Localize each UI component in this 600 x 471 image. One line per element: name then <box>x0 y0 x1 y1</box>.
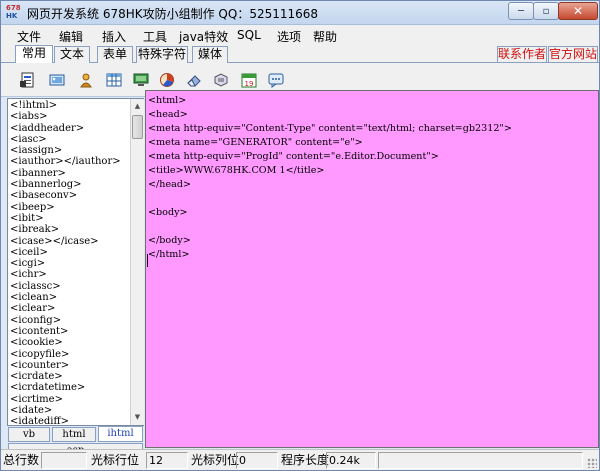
code-line: </head> <box>148 179 192 190</box>
calendar-day-label: 19 <box>245 80 254 88</box>
tab-special-chars[interactable]: 特殊字符 <box>136 46 188 63</box>
status-empty-panel <box>378 452 583 469</box>
chat-icon[interactable] <box>267 71 285 89</box>
close-icon: ✕ <box>572 4 584 18</box>
tag-list-item[interactable]: <idate> <box>10 405 130 416</box>
tag-list-item[interactable]: <!ihtml> <box>10 100 130 111</box>
tag-list-item[interactable]: <ibaseconv> <box>10 190 130 201</box>
menu-help[interactable]: 帮助 <box>313 28 337 45</box>
tag-list-item[interactable]: <iabs> <box>10 111 130 122</box>
scroll-up-arrow-icon[interactable]: ▲ <box>131 99 144 113</box>
tag-list-item[interactable]: <iceil> <box>10 247 130 258</box>
category-tabs: 常用 文本 表单 特殊字符 媒体 联系作者 官方网站 <box>1 45 599 63</box>
tag-list-item[interactable]: <icrtime> <box>10 394 130 405</box>
resize-grip-icon[interactable] <box>587 458 597 468</box>
cursor-col-label: 光标列位 <box>191 453 240 467</box>
code-line: <title>WWW.678HK.COM 1</title> <box>148 165 325 176</box>
app-logo-icon: 678 HK <box>6 4 21 20</box>
code-line: <meta name="GENERATOR" content="e"> <box>148 137 363 148</box>
tag-list-item[interactable]: <ibanner> <box>10 168 130 179</box>
document-icon[interactable] <box>19 71 37 89</box>
tag-list-item[interactable]: <iclassc> <box>10 281 130 292</box>
menu-edit[interactable]: 编辑 <box>59 28 83 45</box>
code-editor[interactable]: <html> <head> <meta http-equiv="Content-Ty… <box>145 90 599 448</box>
tag-list-item[interactable]: <iasc> <box>10 134 130 145</box>
maximize-icon: ▫ <box>542 5 550 17</box>
tag-list-item[interactable]: <iauthor></iauthor> <box>10 156 130 167</box>
cursor-col-value: 0 <box>236 452 278 469</box>
cursor-line-value: 12 <box>146 452 188 469</box>
tag-list-item[interactable]: <idatediff> <box>10 416 130 425</box>
tag-list-scrollbar[interactable]: ▲ ▼ <box>130 99 144 425</box>
tag-list-item[interactable]: <icase></icase> <box>10 236 130 247</box>
tab-html[interactable]: html <box>52 427 96 442</box>
tag-list-item[interactable]: <iconfig> <box>10 315 130 326</box>
status-bar: 总行数 光标行位 12 光标列位 0 程序长度 0.24k <box>1 449 599 470</box>
tag-list-item[interactable]: <ibit> <box>10 213 130 224</box>
image-icon[interactable] <box>48 71 66 89</box>
cursor-line-label: 光标行位 <box>91 453 140 467</box>
code-line: <body> <box>148 207 188 218</box>
tag-list-item[interactable]: <iclean> <box>10 292 130 303</box>
tab-text[interactable]: 文本 <box>54 46 90 63</box>
menu-file[interactable]: 文件 <box>17 28 41 45</box>
program-length-value: 0.24k <box>326 452 376 469</box>
tag-list-item[interactable]: <ibreak> <box>10 224 130 235</box>
code-line: </html> <box>148 249 190 260</box>
tab-common[interactable]: 常用 <box>15 45 53 63</box>
tab-media[interactable]: 媒体 <box>192 46 228 63</box>
tab-form[interactable]: 表单 <box>97 46 133 63</box>
tag-list[interactable]: <!ihtml> <iabs> <iaddheader> <iasc> <iassign… <box>10 100 130 425</box>
menu-tools[interactable]: 工具 <box>143 28 167 45</box>
person-icon[interactable] <box>77 71 95 89</box>
close-button[interactable]: ✕ <box>558 2 598 20</box>
tag-list-item[interactable]: <iaddheader> <box>10 123 130 134</box>
tab-vb[interactable]: vb <box>8 427 50 442</box>
tag-list-item[interactable]: <icopyfile> <box>10 349 130 360</box>
tag-list-item[interactable]: <ibannerlog> <box>10 179 130 190</box>
tag-list-item[interactable]: <icrdatetime> <box>10 382 130 393</box>
code-line: <meta http-equiv="ProgId" content="e.Edi… <box>148 151 439 162</box>
menu-java-effects[interactable]: java特效 <box>179 28 228 45</box>
tag-list-panel: <!ihtml> <iabs> <iaddheader> <iasc> <iassign… <box>7 98 144 426</box>
tag-icon[interactable] <box>212 71 230 89</box>
monitor-icon[interactable] <box>132 71 150 89</box>
code-line: <html> <box>148 95 187 106</box>
minimize-button[interactable]: ─ <box>508 2 534 20</box>
total-lines-value <box>41 452 87 469</box>
contact-author-link[interactable]: 联系作者 <box>497 46 547 63</box>
menu-options[interactable]: 选项 <box>277 28 301 45</box>
program-length-label: 程序长度 <box>281 453 330 467</box>
tag-list-item[interactable]: <icgi> <box>10 258 130 269</box>
tag-list-item[interactable]: <icounter> <box>10 360 130 371</box>
table-icon[interactable] <box>105 71 123 89</box>
official-website-link[interactable]: 官方网站 <box>548 46 598 63</box>
tag-list-item[interactable]: <icrdate> <box>10 371 130 382</box>
code-line: <head> <box>148 109 188 120</box>
tag-list-item[interactable]: <ichr> <box>10 269 130 280</box>
tag-list-item[interactable]: <icookie> <box>10 337 130 348</box>
window-title: 网页开发系统 678HK攻防小组制作 QQ：525111668 <box>27 7 319 21</box>
code-line: </body> <box>148 235 191 246</box>
menu-insert[interactable]: 插入 <box>102 28 126 45</box>
scroll-down-arrow-icon[interactable]: ▼ <box>131 410 144 424</box>
tag-list-item[interactable]: <ibeep> <box>10 202 130 213</box>
total-lines-label: 总行数 <box>3 453 40 467</box>
title-bar[interactable]: 678 HK 网页开发系统 678HK攻防小组制作 QQ：525111668 ─… <box>1 1 599 25</box>
tag-list-item[interactable]: <iclear> <box>10 303 130 314</box>
minimize-icon: ─ <box>517 5 525 17</box>
tag-list-item[interactable]: <iassign> <box>10 145 130 156</box>
app-window: 678 HK 网页开发系统 678HK攻防小组制作 QQ：525111668 ─… <box>0 0 600 471</box>
code-line: <meta http-equiv="Content-Type" content=… <box>148 123 512 134</box>
scroll-thumb[interactable] <box>132 115 143 139</box>
tag-list-item[interactable]: <icontent> <box>10 326 130 337</box>
chart-icon[interactable] <box>158 71 176 89</box>
calendar-icon[interactable]: 19 <box>240 71 258 89</box>
tab-ihtml[interactable]: ihtml <box>98 426 143 442</box>
menu-bar: 文件 编辑 插入 工具 java特效 SQL 选项 帮助 <box>1 25 599 45</box>
menu-sql[interactable]: SQL <box>237 28 261 42</box>
maximize-button[interactable]: ▫ <box>533 2 559 20</box>
eraser-icon[interactable] <box>185 71 203 89</box>
